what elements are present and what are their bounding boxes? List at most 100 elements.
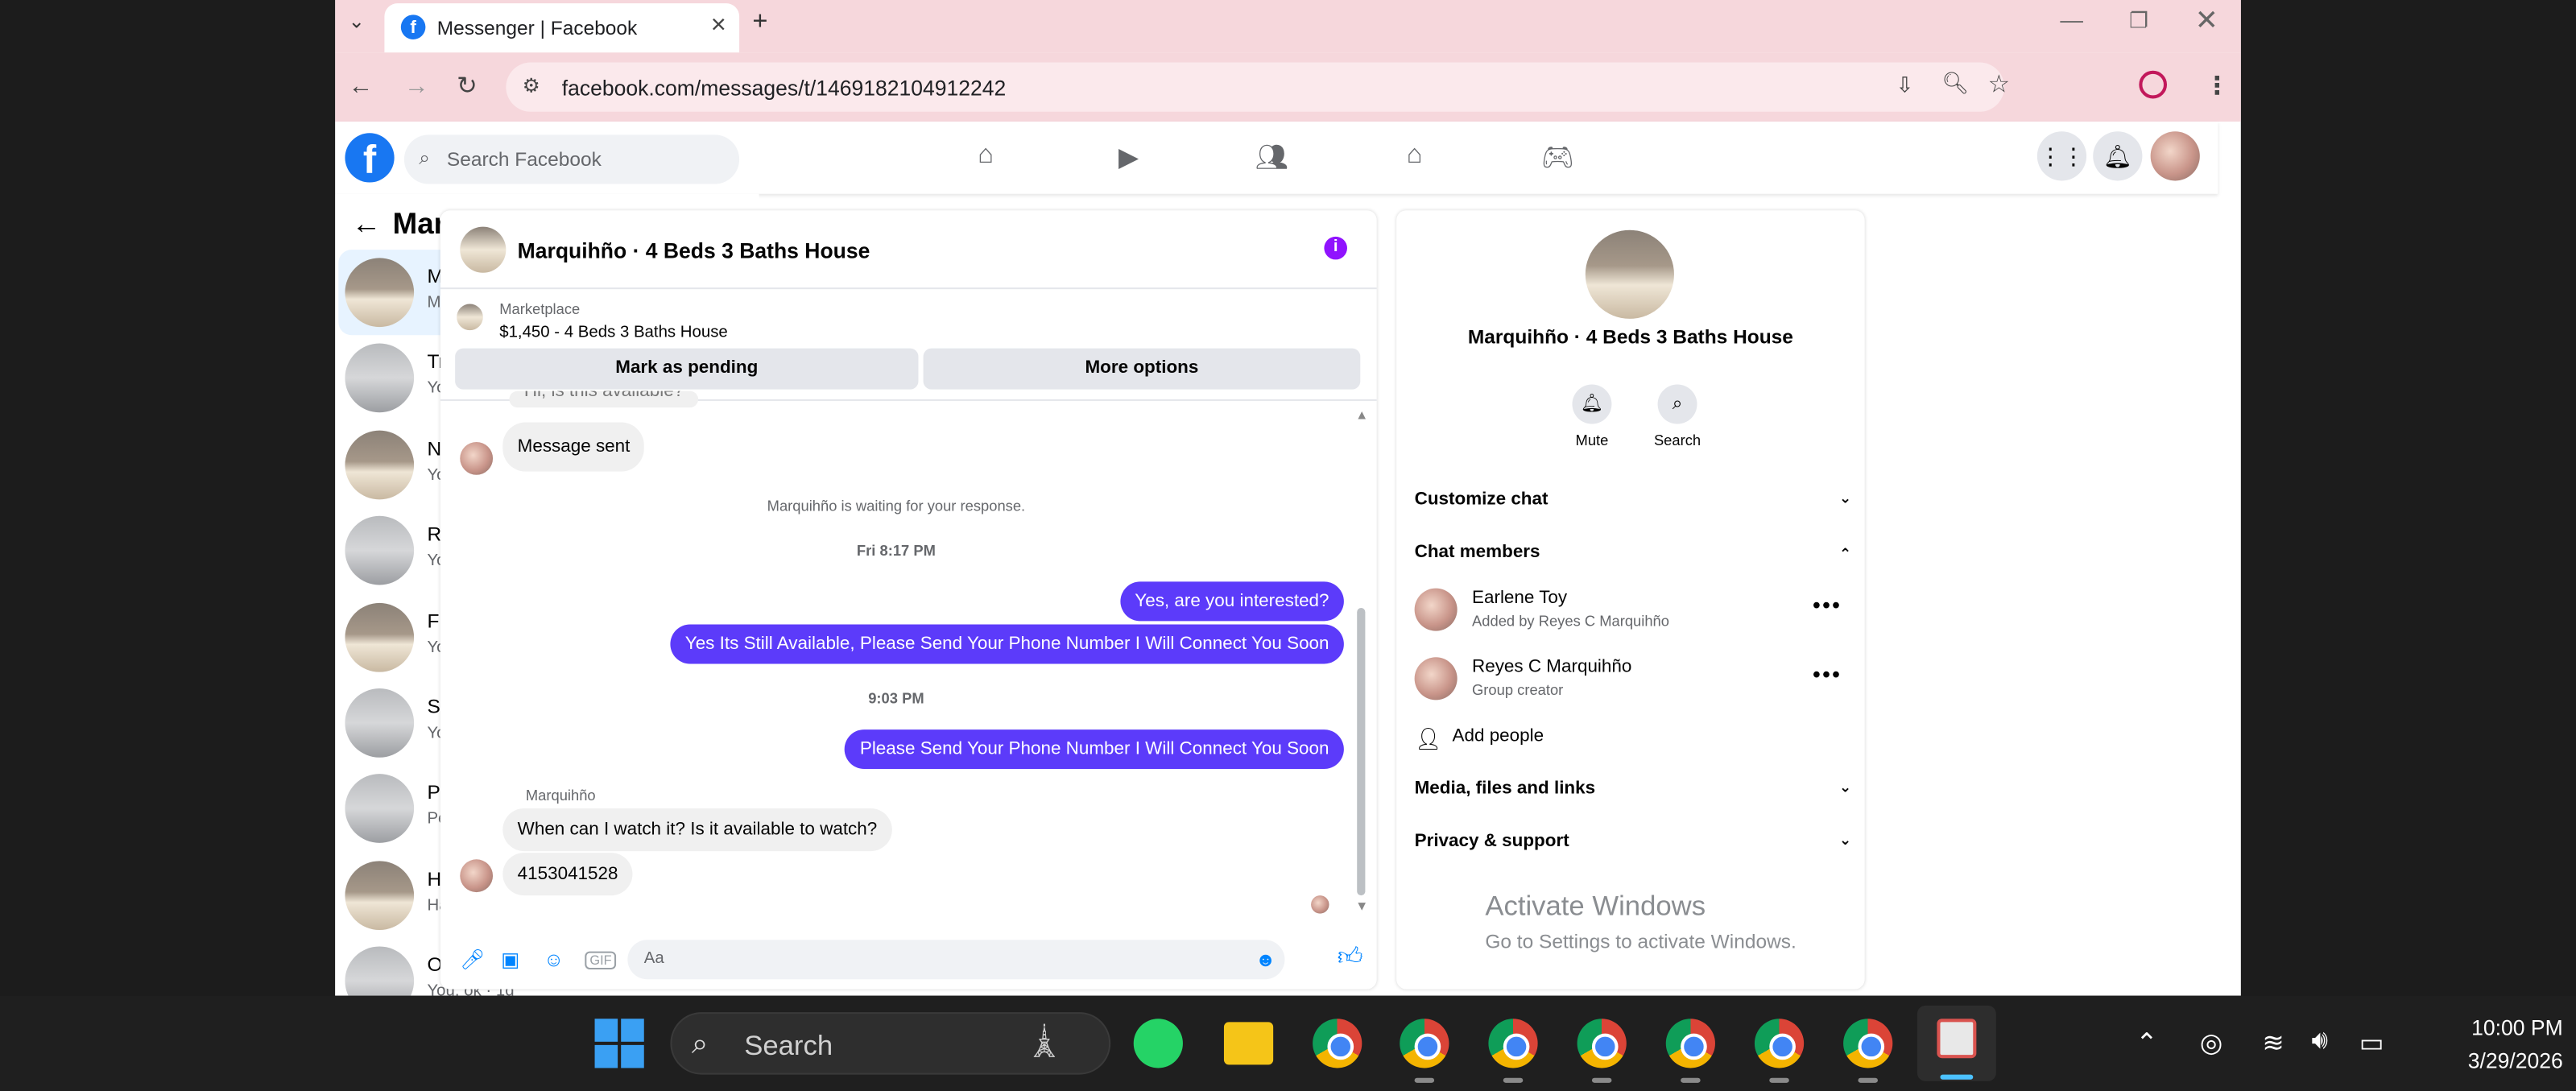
tab-messenger[interactable]: f Messenger | Facebook × <box>384 3 740 53</box>
member-row[interactable]: Reyes C Marquihño Group creator ••• <box>1414 657 1852 723</box>
chrome-profile-icon[interactable] <box>1488 1019 1538 1068</box>
forward-icon[interactable]: → <box>404 72 429 101</box>
running-indicator <box>1769 1077 1789 1083</box>
listing-thumbnail[interactable] <box>457 304 483 331</box>
mute-button[interactable]: 🔔︎ Mute <box>1551 384 1633 448</box>
chat-title[interactable]: Marquihño · 4 Beds 3 Baths House <box>518 238 870 263</box>
menu-dots-icon[interactable]: ⋮ <box>2205 71 2230 101</box>
clock[interactable]: 10:00 PM 3/29/2026 <box>2415 1012 2563 1078</box>
incoming-message: 4153041528 <box>502 853 633 896</box>
tab-search-icon[interactable]: ⌄ <box>349 10 366 33</box>
zoom-icon[interactable]: 🔍︎ <box>1942 71 1970 97</box>
customize-chat-row[interactable]: Customize chat ⌄ <box>1415 490 1852 526</box>
account-avatar[interactable] <box>2150 131 2200 181</box>
install-app-icon[interactable]: ⇩ <box>1896 72 1913 99</box>
marketplace-icon[interactable]: ⌂ <box>1398 142 1431 175</box>
reload-icon[interactable]: ↻ <box>457 71 478 101</box>
address-bar[interactable]: ⚙ facebook.com/messages/t/14691821049122… <box>506 62 2010 112</box>
outgoing-message: Yes, are you interested? <box>1119 581 1344 622</box>
site-info-icon[interactable]: ⚙ <box>523 74 540 97</box>
new-tab-icon[interactable]: + <box>752 8 767 38</box>
chat-scrollbar[interactable] <box>1357 608 1366 896</box>
microphone-icon[interactable]: 🎤︎ <box>460 948 485 971</box>
whatsapp-icon[interactable] <box>1133 1019 1183 1068</box>
card-label: Marketplace <box>499 300 581 317</box>
battery-icon[interactable]: ▭ <box>2359 1027 2384 1060</box>
mark-as-pending-button[interactable]: Mark as pending <box>455 348 919 390</box>
more-options-button[interactable]: More options <box>923 348 1361 390</box>
listing-avatar[interactable] <box>1585 229 1674 319</box>
message-input[interactable]: Aa ☻ <box>627 940 1285 980</box>
media-row[interactable]: Media, files and links ⌄ <box>1415 779 1852 815</box>
minimize-icon[interactable]: — <box>2060 6 2083 33</box>
back-arrow-icon[interactable]: ← <box>352 207 382 242</box>
chrome-icon[interactable] <box>1313 1019 1362 1068</box>
gaming-icon[interactable]: 🎮︎ <box>1541 142 1574 175</box>
volume-icon[interactable]: 🔊︎ <box>2312 1027 2329 1056</box>
search-icon: ⌕ <box>1657 384 1697 424</box>
gif-icon[interactable]: GIF <box>585 951 617 970</box>
message-bubble: Message sent <box>502 422 645 472</box>
search-button[interactable]: ⌕ Search <box>1636 384 1718 449</box>
media-label: Media, files and links <box>1414 779 1596 799</box>
chrome-profile-icon[interactable] <box>1754 1019 1805 1068</box>
add-people-row[interactable]: 👤︎ Add people <box>1415 726 1852 762</box>
chat-members-row[interactable]: Chat members ⌃ <box>1415 542 1852 578</box>
notifications-bell-icon[interactable]: 🔔︎ <box>2093 131 2143 181</box>
camera-privacy-icon[interactable]: ◎ <box>2200 1027 2222 1060</box>
taskbar-search-label: Search <box>744 1030 833 1062</box>
member-avatar <box>1414 588 1458 631</box>
back-icon[interactable]: ← <box>349 72 374 101</box>
facebook-header: f ⌕ Search Facebook ⌂ ▶ 👥︎ ⌂ 🎮︎ ⋮⋮ 🔔︎ <box>335 122 2218 194</box>
browser-toolbar: ← → ↻ ⚙ facebook.com/messages/t/14691821… <box>335 52 2241 122</box>
profile-icon[interactable] <box>2139 70 2168 99</box>
running-indicator <box>1858 1077 1878 1083</box>
chrome-profile-icon[interactable] <box>1665 1019 1715 1068</box>
scroll-down-icon[interactable]: ▼ <box>1355 899 1368 913</box>
chrome-profile-icon[interactable] <box>1577 1019 1627 1068</box>
scroll-up-icon[interactable]: ▲ <box>1355 407 1368 422</box>
file-explorer-icon[interactable] <box>1223 1022 1274 1065</box>
conversation-avatar <box>345 860 415 930</box>
sticker-icon[interactable]: ☺ <box>544 948 564 971</box>
outgoing-message: Please Send Your Phone Number I Will Con… <box>845 729 1344 770</box>
member-row[interactable]: Earlene Toy Added by Reyes C Marquihño •… <box>1414 588 1852 655</box>
chrome-profile-icon[interactable] <box>1400 1019 1449 1068</box>
wifi-icon[interactable]: ≋ <box>2262 1027 2284 1060</box>
chevron-down-icon: ⌄ <box>1838 490 1852 506</box>
sender-avatar <box>460 859 494 893</box>
chrome-profile-icon[interactable] <box>1843 1019 1893 1068</box>
close-tab-icon[interactable]: × <box>711 11 726 41</box>
home-icon[interactable]: ⌂ <box>970 142 1003 175</box>
taskbar-search[interactable]: ⌕ Search 🗼︎ <box>670 1012 1111 1075</box>
waiting-notice: Marquihño is waiting for your response. <box>767 498 1026 515</box>
more-icon[interactable]: ••• <box>1813 592 1842 618</box>
facebook-search-input[interactable]: ⌕ Search Facebook <box>403 134 740 184</box>
close-window-icon[interactable]: ✕ <box>2195 5 2218 38</box>
chat-avatar[interactable] <box>460 226 507 273</box>
snipping-tool-active[interactable] <box>1916 1005 1996 1081</box>
listing-price[interactable]: $1,450 - 4 Beds 3 Baths House <box>499 324 728 341</box>
taskbar: ⌕ Search 🗼︎ ⌃ ◎ ≋ 🔊︎ ▭ 10:00 PM 3/29/202… <box>0 995 2576 1091</box>
conversation-avatar <box>345 774 415 844</box>
chevron-up-icon[interactable]: ⌃ <box>2136 1027 2157 1060</box>
privacy-row[interactable]: Privacy & support ⌄ <box>1415 832 1852 868</box>
more-icon[interactable]: ••• <box>1813 660 1842 687</box>
facebook-logo-icon[interactable]: f <box>345 133 395 183</box>
like-thumb-icon[interactable]: 👍︎ <box>1338 943 1363 973</box>
add-person-icon: 👤︎ <box>1414 725 1442 751</box>
seen-avatar <box>1311 895 1329 914</box>
search-label: Search <box>1653 432 1701 449</box>
image-icon[interactable]: ▣ <box>501 948 519 971</box>
info-icon[interactable]: i <box>1324 236 1347 260</box>
windows-start-icon[interactable] <box>594 1019 644 1068</box>
member-sub: Group creator <box>1472 681 1564 699</box>
emoji-icon[interactable]: ☻ <box>1255 948 1276 971</box>
video-icon[interactable]: ▶ <box>1112 142 1145 175</box>
bookmark-star-icon[interactable]: ☆ <box>1988 69 2010 99</box>
composer: 🎤︎ ▣ ☺ GIF Aa ☻ 👍︎ <box>440 933 1377 989</box>
friends-icon[interactable]: 👥︎ <box>1255 142 1288 175</box>
apps-menu-icon[interactable]: ⋮⋮ <box>2036 131 2087 181</box>
activate-subtitle: Go to Settings to activate Windows. <box>1485 930 1797 953</box>
restore-icon[interactable]: ❐ <box>2129 8 2148 35</box>
